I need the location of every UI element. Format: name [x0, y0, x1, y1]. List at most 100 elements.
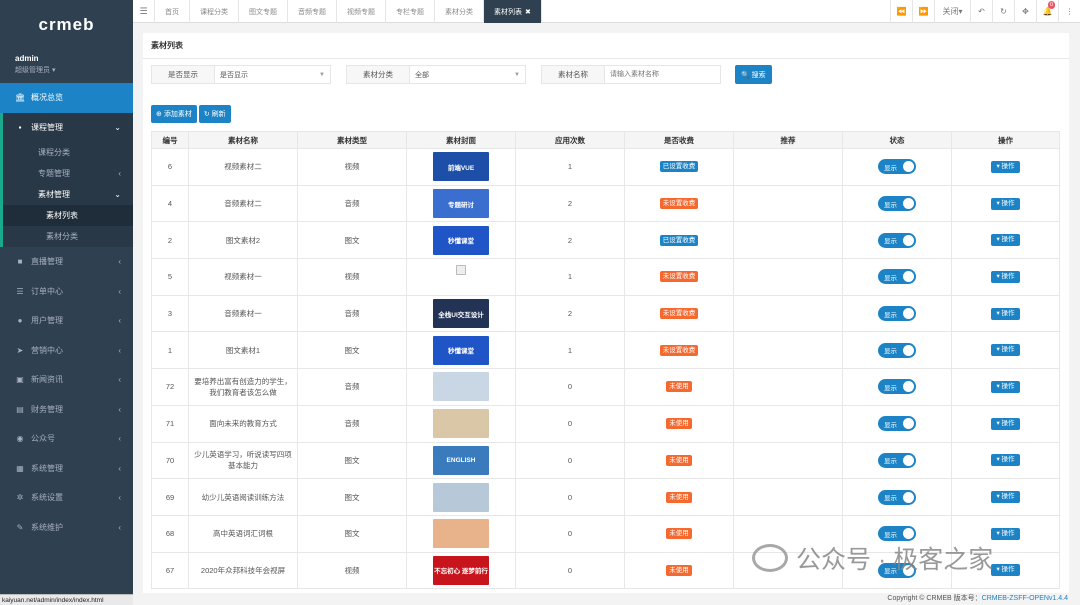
scroll-left-icon[interactable]: ⏪ — [890, 0, 912, 23]
operation-dropdown-button[interactable]: ▾ 操作 — [991, 234, 1019, 246]
operation-dropdown-button[interactable]: ▾ 操作 — [991, 308, 1019, 320]
operation-dropdown-button[interactable]: ▾ 操作 — [991, 564, 1019, 576]
status-toggle[interactable]: 显示 — [878, 159, 916, 174]
name-search-input[interactable] — [605, 65, 721, 84]
sidebar-item-wechat[interactable]: ◉公众号‹ — [0, 424, 133, 454]
cover-image[interactable]: 秒懂课堂 — [433, 226, 489, 255]
sidebar-item-video[interactable]: ■直播管理‹ — [0, 247, 133, 277]
refresh-icon[interactable]: ↻ — [992, 0, 1014, 23]
sidebar-item-book[interactable]: ▪课程管理⌄ — [0, 113, 133, 143]
tab-item[interactable]: 首页 — [155, 0, 190, 23]
footer-version-link[interactable]: CRMEB-ZSFF-OPENv1.4.4 — [982, 595, 1068, 602]
cover-image[interactable]: 不忘初心 逐梦前行 — [433, 556, 489, 585]
cover-image[interactable] — [433, 483, 489, 512]
status-toggle[interactable]: 显示 — [878, 416, 916, 431]
broken-image-icon[interactable] — [456, 265, 466, 275]
tab-item[interactable]: 素材分类 — [435, 0, 484, 23]
sidebar-item-money[interactable]: ▤财务管理‹ — [0, 395, 133, 425]
operation-dropdown-button[interactable]: ▾ 操作 — [991, 454, 1019, 466]
operation-dropdown-button[interactable]: ▾ 操作 — [991, 491, 1019, 503]
status-toggle[interactable]: 显示 — [878, 306, 916, 321]
operation-dropdown-button[interactable]: ▾ 操作 — [991, 344, 1019, 356]
table-row: 69幼少儿英语阅读训练方法图文0未使用显示▾ 操作 — [152, 479, 1060, 516]
cell-uses: 1 — [516, 149, 625, 186]
operation-dropdown-button[interactable]: ▾ 操作 — [991, 381, 1019, 393]
status-toggle[interactable]: 显示 — [878, 453, 916, 468]
sidebar-item-list[interactable]: ☰订单中心‹ — [0, 277, 133, 307]
tab-item[interactable]: 视频专题 — [337, 0, 386, 23]
operation-dropdown-button[interactable]: ▾ 操作 — [991, 161, 1019, 173]
cell-fee: 未使用 — [625, 515, 734, 552]
money-icon: ▤ — [15, 405, 25, 414]
cover-image[interactable]: ENGLISH — [433, 446, 489, 475]
fee-badge: 未使用 — [666, 565, 692, 576]
search-button[interactable]: 🔍 搜索 — [735, 65, 772, 84]
cell-cover: 不忘初心 逐梦前行 — [407, 552, 516, 589]
sidebar-item-wrench[interactable]: ✎系统维护‹ — [0, 513, 133, 543]
sidebar-item-grid[interactable]: ▦系统管理‹ — [0, 454, 133, 484]
name-filter-label: 素材名称 — [541, 65, 605, 84]
refresh-button[interactable]: ↻ 刷新 — [199, 105, 231, 123]
cover-image[interactable]: 秒懂课堂 — [433, 336, 489, 365]
sidebar-item-bank[interactable]: 🏛概况总览 — [0, 83, 133, 113]
submenu-item-material[interactable]: 素材列表 — [3, 205, 133, 226]
category-filter-select[interactable]: 全部▼ — [410, 65, 526, 84]
tab-item[interactable]: 课程分类 — [190, 0, 239, 23]
status-toggle[interactable]: 显示 — [878, 379, 916, 394]
back-icon[interactable]: ↶ — [970, 0, 992, 23]
fullscreen-icon[interactable]: ✥ — [1014, 0, 1036, 23]
cover-image[interactable]: 全栈UI交互设计 — [433, 299, 489, 328]
notification-bell-icon[interactable]: 🔔0 — [1036, 0, 1058, 23]
operation-dropdown-button[interactable]: ▾ 操作 — [991, 528, 1019, 540]
sidebar-item-label: 新闻资讯 — [31, 374, 63, 385]
chevron-icon: ⌄ — [114, 190, 121, 199]
submenu-item-material[interactable]: 素材分类 — [3, 226, 133, 247]
tab-item[interactable]: 图文专题 — [239, 0, 288, 23]
cell-uses: 1 — [516, 332, 625, 369]
show-filter-select[interactable]: 是否显示▼ — [215, 65, 331, 84]
menu-toggle-icon[interactable]: ☰ — [133, 0, 155, 23]
user-name[interactable]: admin — [15, 54, 118, 63]
cell-id: 2 — [152, 222, 189, 259]
more-icon[interactable]: ⋮ — [1058, 0, 1080, 23]
close-icon[interactable]: ✖ — [525, 8, 531, 16]
cell-uses: 0 — [516, 442, 625, 479]
submenu-item[interactable]: 课程分类 — [3, 142, 133, 163]
cover-image[interactable] — [433, 519, 489, 548]
sidebar-item-user[interactable]: ●用户管理‹ — [0, 306, 133, 336]
footer: Copyright © CRMEB 版本号：CRMEB-ZSFF-OPENv1.… — [887, 593, 1068, 603]
user-role-dropdown[interactable]: 超级管理员 ▾ — [15, 65, 118, 75]
cover-image[interactable] — [433, 409, 489, 438]
cover-image[interactable] — [433, 372, 489, 401]
cover-image[interactable]: 前端VUE — [433, 152, 489, 181]
status-toggle[interactable]: 显示 — [878, 196, 916, 211]
status-toggle[interactable]: 显示 — [878, 343, 916, 358]
add-material-button[interactable]: ⊕ 添加素材 — [151, 105, 197, 123]
status-toggle[interactable]: 显示 — [878, 233, 916, 248]
close-tabs-dropdown[interactable]: 关闭▾ — [934, 0, 970, 23]
sidebar-item-send[interactable]: ➤营销中心‹ — [0, 336, 133, 366]
operation-dropdown-button[interactable]: ▾ 操作 — [991, 418, 1019, 430]
scroll-right-icon[interactable]: ⏩ — [912, 0, 934, 23]
sidebar-item-image[interactable]: ▣新闻资讯‹ — [0, 365, 133, 395]
status-toggle-label: 显示 — [884, 199, 897, 209]
submenu-item[interactable]: 专题管理‹ — [3, 163, 133, 184]
operation-dropdown-button[interactable]: ▾ 操作 — [991, 271, 1019, 283]
status-toggle[interactable]: 显示 — [878, 269, 916, 284]
cell-status: 显示 — [843, 149, 952, 186]
cell-name: 视频素材二 — [189, 149, 298, 186]
tab-item[interactable]: 专栏专题 — [386, 0, 435, 23]
cell-id: 3 — [152, 295, 189, 332]
sidebar-item-gear[interactable]: ✲系统设置‹ — [0, 483, 133, 513]
tab-item[interactable]: 素材列表✖ — [484, 0, 542, 23]
status-toggle[interactable]: 显示 — [878, 490, 916, 505]
tab-item[interactable]: 音频专题 — [288, 0, 337, 23]
submenu-item[interactable]: 素材管理⌄ — [3, 184, 133, 205]
table-header: 编号素材名称素材类型素材封面应用次数是否收费推荐状态操作 — [152, 132, 1060, 149]
status-toggle[interactable]: 显示 — [878, 526, 916, 541]
chevron-down-icon: ▼ — [514, 72, 520, 78]
cover-image[interactable]: 专题研讨 — [433, 189, 489, 218]
course-submenu: 课程分类专题管理‹素材管理⌄素材列表素材分类 — [0, 142, 133, 247]
operation-dropdown-button[interactable]: ▾ 操作 — [991, 198, 1019, 210]
tabbar-controls: ⏪ ⏩ 关闭▾ ↶ ↻ ✥ 🔔0 ⋮ — [890, 0, 1080, 23]
